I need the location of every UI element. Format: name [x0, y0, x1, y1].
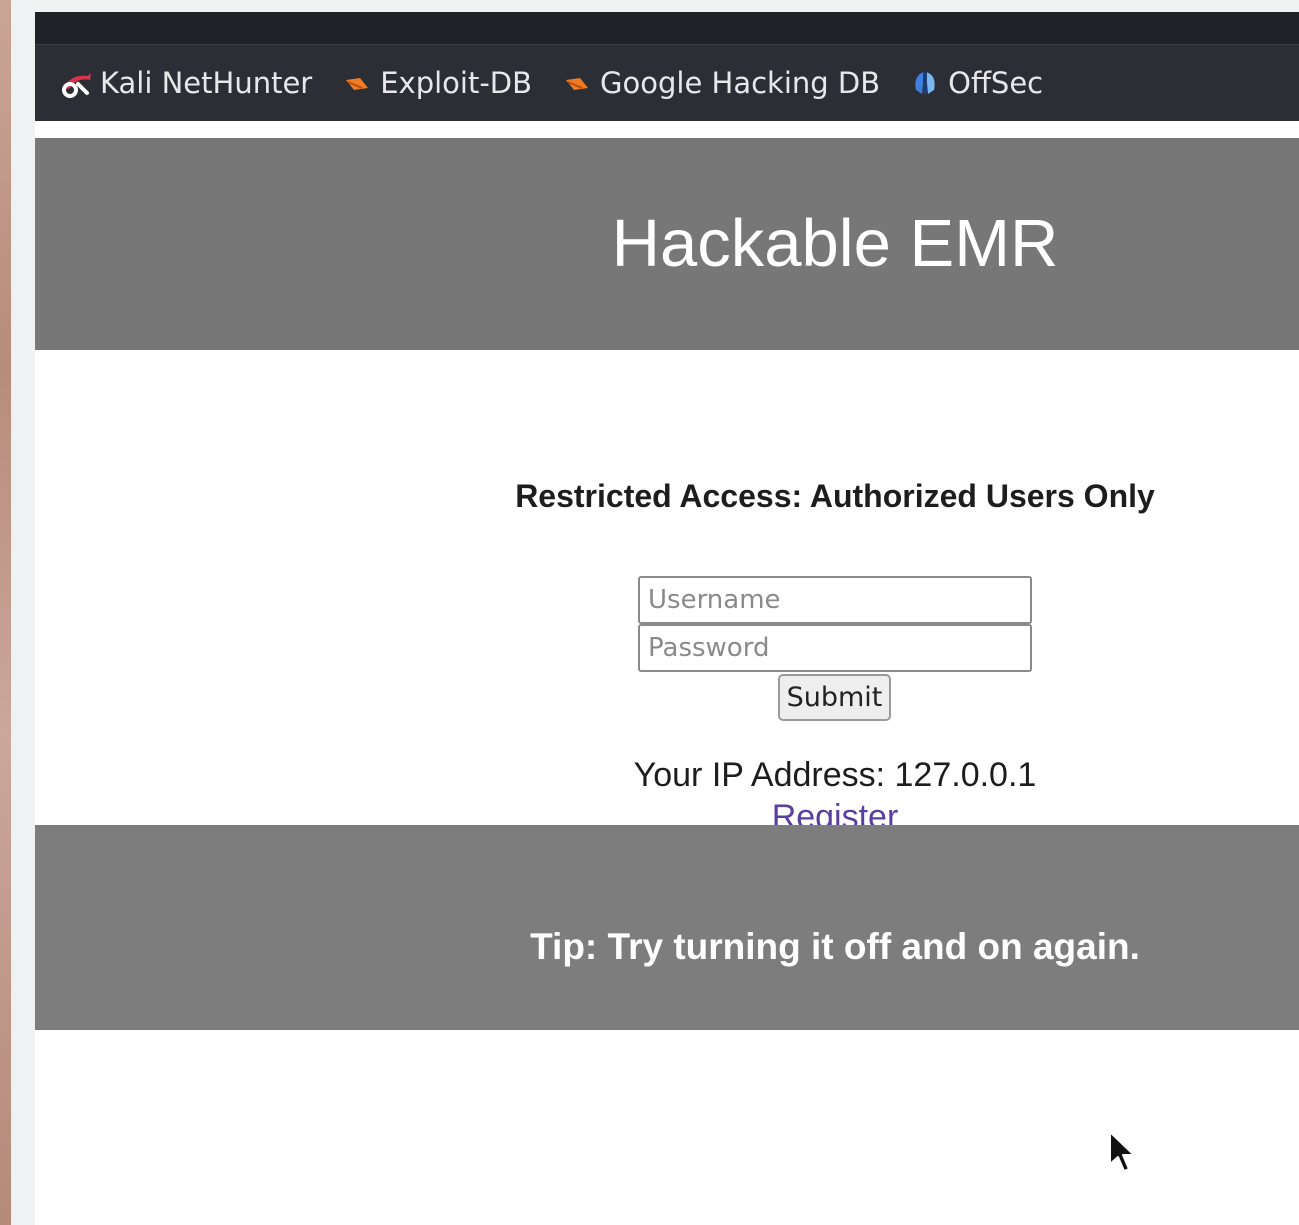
- submit-button[interactable]: Submit: [778, 674, 891, 721]
- bookmark-exploit-db[interactable]: Exploit-DB: [340, 66, 532, 100]
- desktop-gap: [11, 0, 1299, 12]
- bookmark-google-hacking-db[interactable]: Google Hacking DB: [560, 66, 880, 100]
- exploit-db-icon: [340, 68, 374, 98]
- bookmark-offsec[interactable]: OffSec: [908, 66, 1043, 100]
- page-top-gap: [35, 121, 1299, 138]
- site-footer: Tip: Try turning it off and on again.: [35, 825, 1299, 1030]
- ip-address-text: Your IP Address: 127.0.0.1: [633, 756, 1037, 794]
- bookmark-label: Exploit-DB: [380, 66, 533, 100]
- ghdb-icon: [560, 68, 594, 98]
- tab-strip: [35, 12, 1299, 45]
- tip-text: Tip: Try turning it off and on again.: [530, 926, 1140, 967]
- mouse-pointer-icon: [1108, 1130, 1138, 1174]
- bookmark-kali-nethunter[interactable]: Kali NetHunter: [60, 66, 312, 100]
- site-header: Hackable EMR: [35, 138, 1299, 350]
- kali-dragon-icon: [60, 68, 94, 98]
- restricted-notice: Restricted Access: Authorized Users Only: [515, 478, 1155, 514]
- password-field[interactable]: [638, 624, 1032, 672]
- bookmark-label: OffSec: [948, 66, 1044, 100]
- offsec-icon: [908, 68, 942, 98]
- bookmark-label: Kali NetHunter: [100, 66, 313, 100]
- browser-window: Kali NetHunter Exploit-DB Google Hacking…: [35, 12, 1299, 1225]
- bookmark-label: Google Hacking DB: [600, 66, 881, 100]
- login-section: Restricted Access: Authorized Users Only…: [35, 350, 1299, 836]
- desktop-edge: [0, 0, 11, 1225]
- site-title: Hackable EMR: [611, 206, 1059, 281]
- username-field[interactable]: [638, 576, 1032, 624]
- bookmarks-toolbar: Kali NetHunter Exploit-DB Google Hacking…: [35, 45, 1299, 121]
